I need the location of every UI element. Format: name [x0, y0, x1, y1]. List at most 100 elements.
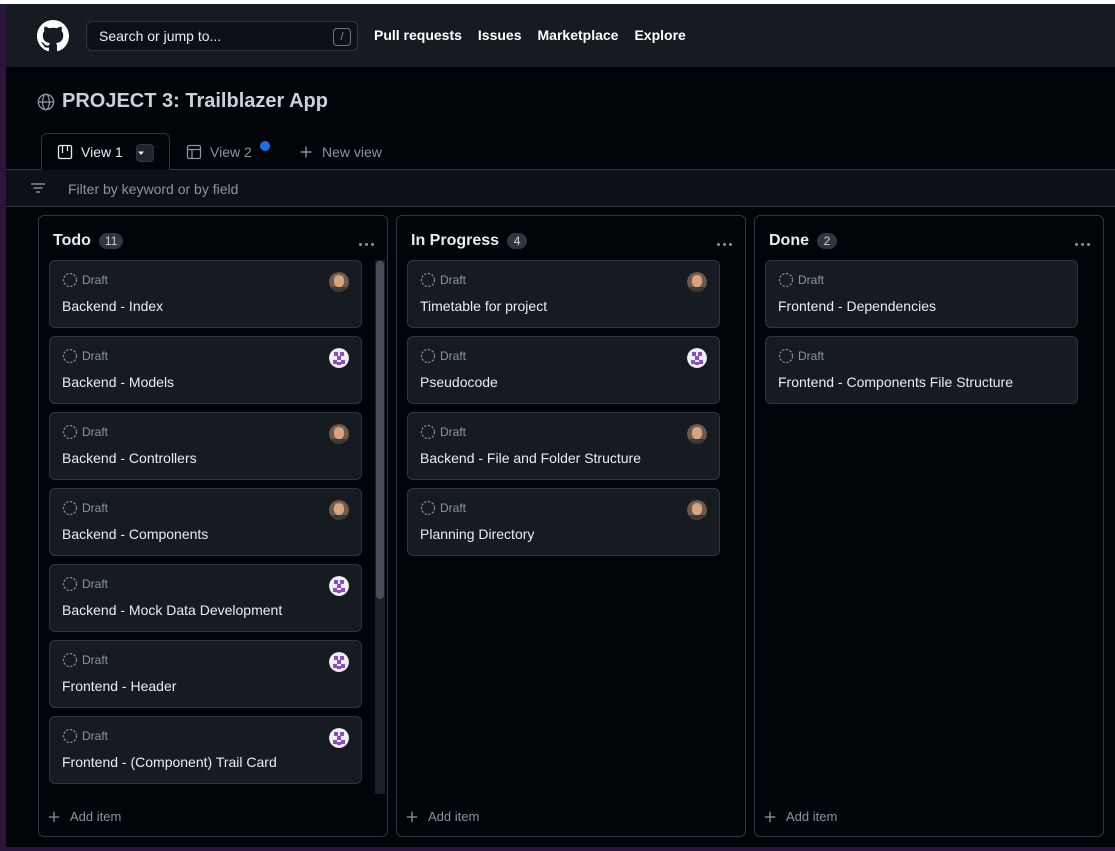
draft-status: Draft	[62, 728, 108, 744]
global-search-input[interactable]: Search or jump to... /	[86, 21, 358, 51]
card-title[interactable]: Frontend - Components File Structure	[778, 374, 1013, 390]
nav-explore[interactable]: Explore	[634, 27, 685, 43]
card[interactable]: Draft Frontend - (Component) Trail Card	[49, 716, 362, 784]
column-title: Todo	[53, 232, 91, 249]
globe-icon	[37, 93, 55, 110]
card[interactable]: Draft Backend - Models	[49, 336, 362, 404]
draft-status: Draft	[420, 348, 466, 364]
card[interactable]: Draft Backend - Mock Data Development	[49, 564, 362, 632]
user-photo-avatar[interactable]	[687, 500, 707, 520]
browser-window: Search or jump to... / Pull requests Iss…	[6, 4, 1115, 847]
tab-view-1[interactable]: View 1	[41, 133, 170, 170]
card-list: Draft Frontend - Dependencies Draft Fronten…	[765, 260, 1079, 412]
card-title[interactable]: Backend - Models	[62, 374, 174, 390]
filter-bar[interactable]: Filter by keyword or by field	[6, 170, 1115, 207]
draft-status: Draft	[62, 500, 108, 516]
global-nav: Pull requests Issues Marketplace Explore	[374, 27, 686, 43]
unsaved-changes-dot	[260, 141, 270, 151]
identicon-avatar[interactable]	[329, 652, 349, 672]
add-item-button[interactable]: Add item	[405, 809, 479, 824]
scrollbar-thumb[interactable]	[376, 261, 384, 599]
plus-icon	[300, 146, 312, 157]
user-photo-avatar[interactable]	[687, 424, 707, 444]
tab-view-2[interactable]: View 2	[186, 133, 270, 170]
card[interactable]: Draft Timetable for project	[407, 260, 720, 328]
card-title[interactable]: Backend - Controllers	[62, 450, 197, 466]
draft-label: Draft	[82, 653, 109, 667]
view-options-dropdown[interactable]	[136, 144, 154, 162]
card[interactable]: Draft Backend - Components	[49, 488, 362, 556]
card[interactable]: Draft Frontend - Header	[49, 640, 362, 708]
draft-label: Draft	[798, 273, 825, 287]
draft-label: Draft	[440, 273, 467, 287]
card-title[interactable]: Pseudocode	[420, 374, 498, 390]
github-logo-icon[interactable]	[37, 20, 69, 52]
card-title[interactable]: Timetable for project	[420, 298, 547, 314]
column-menu-icon[interactable]	[357, 238, 375, 246]
search-placeholder: Search or jump to...	[99, 28, 222, 44]
add-item-button[interactable]: Add item	[47, 809, 121, 824]
card-title[interactable]: Backend - Mock Data Development	[62, 602, 282, 618]
draft-issue-icon	[62, 728, 78, 744]
column-title: Done	[769, 232, 809, 249]
identicon-avatar[interactable]	[329, 348, 349, 368]
draft-status: Draft	[62, 424, 108, 440]
filter-input[interactable]: Filter by keyword or by field	[68, 181, 238, 197]
column-menu-icon[interactable]	[1073, 238, 1091, 246]
draft-issue-icon	[420, 424, 436, 440]
draft-issue-icon	[62, 348, 78, 364]
user-photo-avatar[interactable]	[687, 272, 707, 292]
table-icon	[186, 144, 202, 159]
draft-issue-icon	[62, 652, 78, 668]
column-count-badge: 11	[98, 233, 124, 249]
draft-status: Draft	[62, 348, 108, 364]
card-title[interactable]: Planning Directory	[420, 526, 534, 542]
user-photo-avatar[interactable]	[329, 500, 349, 520]
card[interactable]: Draft Backend - Index	[49, 260, 362, 328]
draft-label: Draft	[82, 729, 109, 743]
card[interactable]: Draft Frontend - Dependencies	[765, 260, 1078, 328]
draft-label: Draft	[440, 349, 467, 363]
card[interactable]: Draft Pseudocode	[407, 336, 720, 404]
global-header: Search or jump to... / Pull requests Iss…	[6, 4, 1115, 67]
nav-pull-requests[interactable]: Pull requests	[374, 27, 462, 43]
card[interactable]: Draft Frontend - Components File Structur…	[765, 336, 1078, 404]
card-title[interactable]: Backend - Index	[62, 298, 163, 314]
card[interactable]: Draft Backend - File and Folder Structure	[407, 412, 720, 480]
card-title[interactable]: Frontend - (Component) Trail Card	[62, 754, 277, 770]
card-list: Draft Backend - Index Draft Backend - Model…	[49, 260, 363, 792]
column-header: Todo 11	[53, 232, 124, 250]
nav-marketplace[interactable]: Marketplace	[538, 27, 619, 43]
column-menu-icon[interactable]	[715, 238, 733, 246]
draft-issue-icon	[420, 500, 436, 516]
draft-issue-icon	[62, 424, 78, 440]
card[interactable]: Draft Backend - Controllers	[49, 412, 362, 480]
identicon-avatar[interactable]	[329, 576, 349, 596]
column-scrollbar[interactable]	[375, 260, 385, 796]
nav-issues[interactable]: Issues	[478, 27, 522, 43]
column-count-badge: 2	[817, 233, 837, 249]
user-photo-avatar[interactable]	[329, 272, 349, 292]
card-title[interactable]: Backend - File and Folder Structure	[420, 450, 641, 466]
project-title: PROJECT 3: Trailblazer App	[62, 90, 328, 112]
draft-label: Draft	[82, 501, 109, 515]
draft-label: Draft	[798, 349, 825, 363]
column-header: Done 2	[769, 232, 837, 250]
identicon-avatar[interactable]	[687, 348, 707, 368]
card-list: Draft Timetable for project Draft Pseudocod…	[407, 260, 721, 564]
identicon-avatar[interactable]	[329, 728, 349, 748]
new-view-label: New view	[322, 143, 382, 160]
card-title[interactable]: Frontend - Dependencies	[778, 298, 936, 314]
draft-label: Draft	[440, 425, 467, 439]
column-count-badge: 4	[507, 233, 528, 249]
add-item-button[interactable]: Add item	[763, 809, 837, 824]
new-view-button[interactable]: New view	[298, 133, 382, 170]
plus-icon	[764, 811, 776, 822]
card-title[interactable]: Backend - Components	[62, 526, 208, 542]
draft-label: Draft	[440, 501, 467, 515]
card[interactable]: Draft Planning Directory	[407, 488, 720, 556]
tab-view-2-label: View 2	[210, 143, 252, 160]
card-title[interactable]: Frontend - Header	[62, 678, 176, 694]
board-icon	[57, 144, 73, 159]
user-photo-avatar[interactable]	[329, 424, 349, 444]
